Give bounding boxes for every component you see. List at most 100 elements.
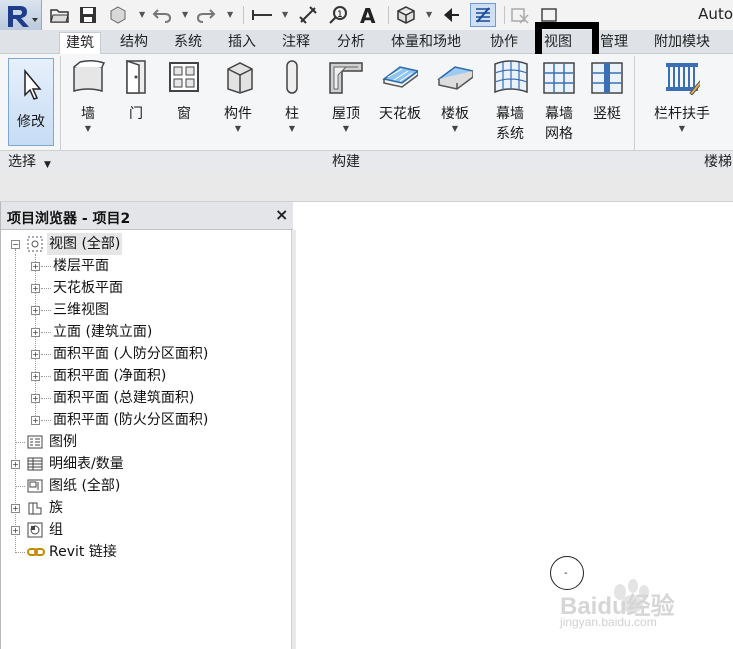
tree-node-3d-views[interactable]: 三维视图 [53,299,109,321]
tree-expander[interactable]: + [11,504,20,513]
3d-view-icon[interactable] [396,5,416,25]
tree-expander[interactable]: + [11,526,20,535]
column-label: 柱 [285,106,299,122]
tab-massing-site[interactable]: 体量和场地 [385,32,467,54]
tree-expander[interactable]: + [31,372,40,381]
floor-icon [437,58,473,96]
cursor-arrow-icon [24,68,42,100]
railing-icon [664,58,700,96]
select-panel-label[interactable]: 选择 [8,152,36,172]
redo-icon[interactable] [196,5,216,25]
tree-expander[interactable]: + [31,328,40,337]
component-icon [220,58,256,96]
thin-lines-icon[interactable] [470,3,496,27]
tree-node-elevations[interactable]: 立面 (建筑立面) [53,321,152,343]
tree-node-legends[interactable]: 图例 [49,431,77,453]
section-icon[interactable] [440,5,460,25]
railing-label: 栏杆扶手 [654,106,710,122]
tab-structure[interactable]: 结构 [114,32,154,54]
curtain-grid-icon [541,58,577,96]
align-dimension-icon[interactable] [298,5,318,25]
tab-manage[interactable]: 管理 [594,32,634,54]
tree-node-groups[interactable]: 组 [49,519,63,541]
column-button[interactable]: 柱 ▼ [272,58,312,150]
tag-icon[interactable]: 1 [328,5,348,25]
tree-expander[interactable]: + [11,460,20,469]
schedule-icon [27,456,43,472]
tree-node-views-all[interactable]: 视图 (全部) [47,233,123,255]
project-browser-header: 项目浏览器 - 项目2 × [1,202,293,230]
tab-architecture[interactable]: 建筑 [59,32,101,55]
mullion-label: 竖梃 [593,106,621,122]
tree-node-area-plan-net[interactable]: 面积平面 (净面积) [53,365,166,387]
wall-label: 墙 [81,106,95,122]
railing-button[interactable]: 栏杆扶手 ▼ [648,58,716,150]
ceiling-button[interactable]: 天花板 [374,58,426,150]
tree-expander[interactable]: + [31,416,40,425]
tab-insert[interactable]: 插入 [222,32,262,54]
panel-label-bar: 选择 ▼ 构建 楼梯 [0,150,733,172]
options-bar [0,172,733,202]
app-title: Auto [698,5,733,23]
tree-node-floor-plans[interactable]: 楼层平面 [53,255,109,277]
tree-node-area-plan-gross[interactable]: 面积平面 (总建筑面积) [53,387,194,409]
modify-button[interactable]: 修改 [8,58,54,146]
component-label: 构件 [224,106,252,122]
ceiling-label: 天花板 [379,106,421,122]
tree-expander[interactable]: − [11,240,20,249]
tab-analyze[interactable]: 分析 [331,32,371,54]
save-icon[interactable] [78,5,98,25]
curtain-system-label-line2: 系统 [496,126,524,142]
link-icon [27,544,45,560]
baidu-watermark: Baidu经验 jingyan.baidu.com [560,570,730,640]
door-label: 门 [129,106,143,122]
revit-logo-icon [8,6,38,27]
tree-node-families[interactable]: 族 [49,497,63,519]
floor-button[interactable]: 楼板 ▼ [432,58,478,150]
tree-node-ceiling-plans[interactable]: 天花板平面 [53,277,123,299]
tab-annotate[interactable]: 注释 [276,32,316,54]
tree-expander[interactable]: + [31,284,40,293]
roof-button[interactable]: 屋顶 ▼ [323,58,369,150]
svg-text:A: A [360,5,376,25]
tree-node-schedules[interactable]: 明细表/数量 [49,453,124,475]
component-button[interactable]: 构件 ▼ [214,58,262,150]
application-menu-button[interactable] [0,0,42,32]
tree-node-revit-links[interactable]: Revit 链接 [49,541,117,563]
undo-icon[interactable] [152,5,172,25]
close-icon[interactable]: × [275,205,288,224]
ceiling-icon [382,58,418,96]
watermark-url: jingyan.baidu.com [560,615,657,629]
door-icon [118,58,154,96]
tree-node-sheets[interactable]: 图纸 (全部) [49,475,120,497]
curtain-grid-label-line2: 网格 [545,126,573,142]
tree-expander[interactable]: + [31,350,40,359]
tree-node-area-plan-fire[interactable]: 面积平面 (防火分区面积) [53,409,208,431]
tree-expander[interactable]: + [31,262,40,271]
tree-node-area-plan-civil-defense[interactable]: 面积平面 (人防分区面积) [53,343,208,365]
project-browser-title: 项目浏览器 - 项目2 [7,211,131,227]
measure-icon[interactable] [252,5,272,25]
wall-button[interactable]: 墙 ▼ [66,58,110,150]
open-icon[interactable] [50,5,70,25]
close-hidden-icon[interactable] [510,5,530,25]
window-button[interactable]: 窗 [163,58,205,150]
tab-systems[interactable]: 系统 [168,32,208,54]
tab-addins[interactable]: 附加模块 [648,32,716,54]
tab-collaborate[interactable]: 协作 [484,32,524,54]
mullion-button[interactable]: 竖梃 [586,58,628,150]
text-icon[interactable]: A [358,5,378,25]
curtain-system-button[interactable]: 幕墙 系统 [486,58,534,150]
legend-icon [27,434,43,450]
roof-icon [328,58,364,96]
tree-expander[interactable]: + [31,306,40,315]
stairs-panel-label: 楼梯 [704,154,732,170]
sync-icon[interactable] [108,5,128,25]
sheet-icon [27,478,43,494]
build-panel-label: 构建 [332,154,360,170]
views-icon [27,236,43,252]
tree-expander[interactable]: + [31,394,40,403]
modify-label: 修改 [17,114,45,130]
curtain-grid-button[interactable]: 幕墙 网格 [536,58,582,150]
door-button[interactable]: 门 [116,58,156,150]
